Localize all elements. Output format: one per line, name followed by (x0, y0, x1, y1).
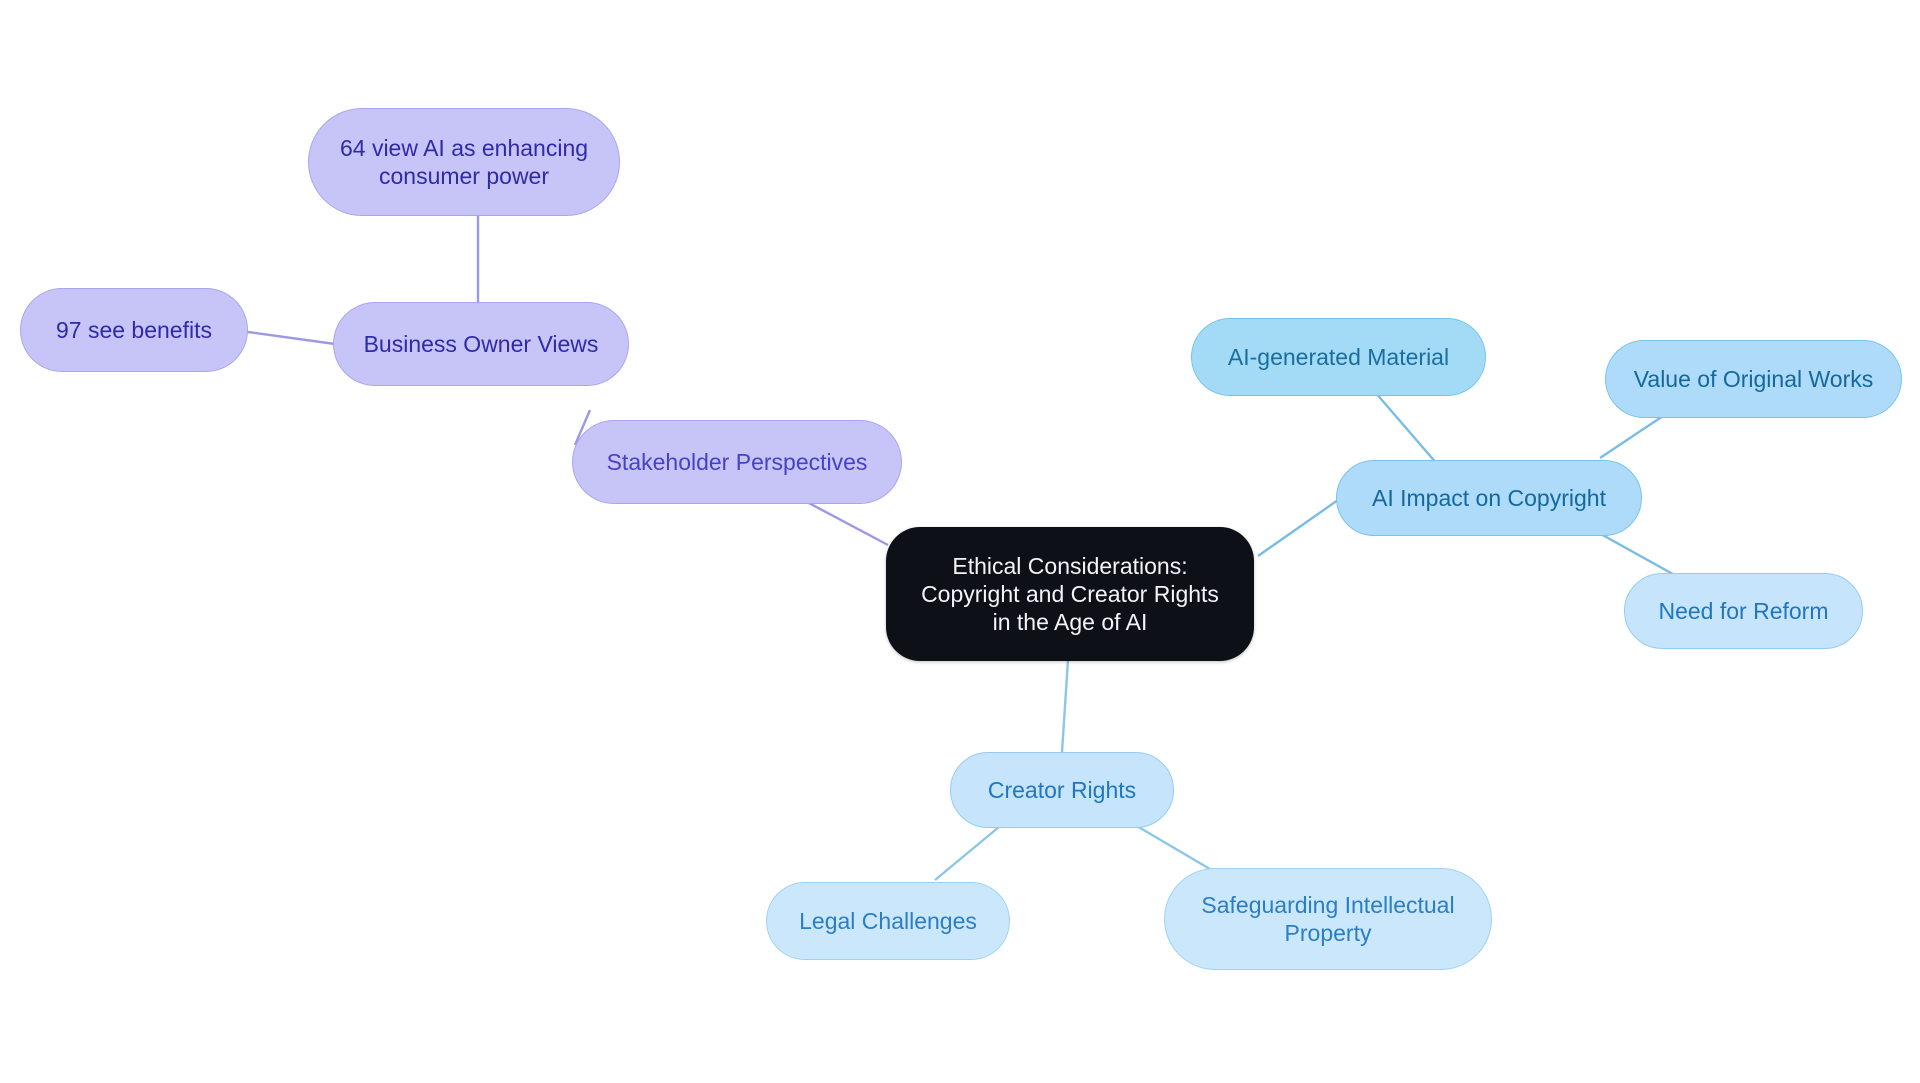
node-safeguarding-intellectual-property[interactable]: Safeguarding Intellectual Property (1164, 868, 1492, 970)
node-label: AI-generated Material (1227, 343, 1450, 370)
node-ai-generated-material[interactable]: AI-generated Material (1191, 318, 1486, 396)
node-legal-challenges[interactable]: Legal Challenges (766, 882, 1010, 960)
node-label: AI Impact on Copyright (1372, 484, 1606, 511)
node-label: Legal Challenges (799, 907, 977, 934)
root-node-label: Ethical Considerations: Copyright and Cr… (921, 552, 1219, 636)
node-label: 97 see benefits (55, 316, 212, 343)
edge-creator-rights-to-legal-challenges (934, 821, 1006, 881)
node-creator-rights[interactable]: Creator Rights (950, 752, 1174, 828)
node-label: Creator Rights (987, 776, 1137, 803)
node-label: Safeguarding Intellectual Property (1201, 891, 1455, 946)
node-label: Need for Reform (1658, 597, 1829, 624)
edge-creator-rights-to-safeguarding-ip (1129, 820, 1216, 874)
node-label: Business Owner Views (363, 330, 599, 357)
node-need-for-reform[interactable]: Need for Reform (1624, 573, 1863, 649)
node-label: 64 view AI as enhancing consumer power (339, 134, 589, 189)
node-64-view-ai-as-enhancing-consumer-power[interactable]: 64 view AI as enhancing consumer power (308, 108, 620, 216)
mindmap-canvas: 64 view AI as enhancing consumer power 9… (0, 0, 1920, 1083)
node-value-of-original-works[interactable]: Value of Original Works (1605, 340, 1902, 418)
edge-root-to-ai-impact-on-copyright (1257, 499, 1339, 557)
edge-business-owner-views-to-97-see-benefits (247, 330, 336, 346)
node-ai-impact-on-copyright[interactable]: AI Impact on Copyright (1336, 460, 1642, 536)
edge-root-to-creator-rights (1060, 659, 1070, 753)
node-stakeholder-perspectives[interactable]: Stakeholder Perspectives (572, 420, 902, 504)
node-label: Stakeholder Perspectives (606, 448, 868, 475)
node-business-owner-views[interactable]: Business Owner Views (333, 302, 629, 386)
node-label: Value of Original Works (1633, 365, 1874, 392)
node-root-ethical-considerations[interactable]: Ethical Considerations: Copyright and Cr… (886, 527, 1254, 661)
node-97-see-benefits[interactable]: 97 see benefits (20, 288, 248, 372)
